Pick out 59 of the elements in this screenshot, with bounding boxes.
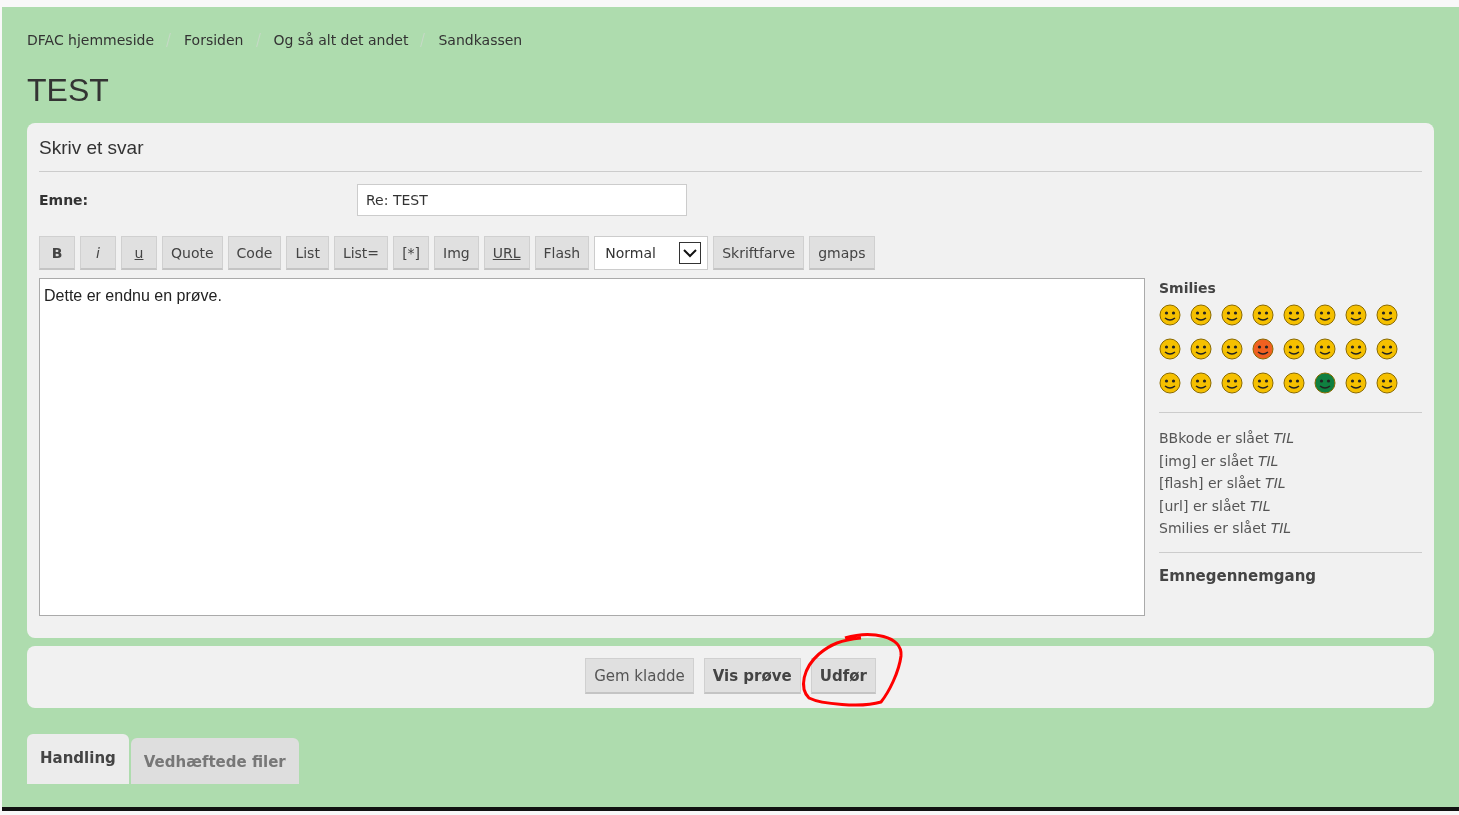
smiley-icon[interactable] <box>1252 338 1274 360</box>
smiley-icon[interactable] <box>1283 338 1305 360</box>
format-button[interactable]: Quote <box>162 236 223 270</box>
format-button[interactable]: Flash <box>534 236 590 270</box>
smiley-icon[interactable] <box>1221 304 1243 326</box>
message-field[interactable]: Dette er endnu en prøve. <box>39 278 1145 616</box>
smiley-icon[interactable] <box>1159 372 1181 394</box>
smiley-icon[interactable] <box>1190 372 1212 394</box>
smiley-icon[interactable] <box>1376 338 1398 360</box>
breadcrumb-link[interactable]: Sandkassen <box>438 32 523 48</box>
smiley-icon[interactable] <box>1314 372 1336 394</box>
subject-label: Emne: <box>39 192 90 208</box>
breadcrumb-link[interactable]: Forsiden <box>184 32 244 48</box>
smiley-icon[interactable] <box>1252 304 1274 326</box>
smiley-icon[interactable] <box>1345 304 1367 326</box>
bbcode-status-text: Smilies er slået TIL <box>1159 519 1293 538</box>
smiley-icon[interactable] <box>1345 338 1367 360</box>
breadcrumb-link[interactable]: DFAC hjemmeside <box>27 32 155 48</box>
action-button[interactable]: Vis prøve <box>703 658 801 694</box>
page-title: TEST <box>27 72 110 109</box>
smilies-heading: Smilies <box>1159 280 1217 296</box>
format-button[interactable]: Img <box>434 236 479 270</box>
chevron-down-icon <box>679 242 702 264</box>
smiley-icon[interactable] <box>1314 304 1336 326</box>
format-button[interactable]: Skriftfarve <box>713 236 805 270</box>
format-button[interactable]: B <box>39 236 75 270</box>
format-button[interactable]: List <box>286 236 329 270</box>
subject-field[interactable]: Re: TEST <box>357 184 687 216</box>
bbcode-status-text: [url] er slået TIL <box>1159 496 1272 516</box>
format-button[interactable]: Code <box>227 236 282 270</box>
format-button[interactable]: URL <box>483 236 530 270</box>
smiley-icon[interactable] <box>1190 304 1212 326</box>
smiley-icon[interactable] <box>1283 372 1305 394</box>
smiley-icon[interactable] <box>1159 304 1181 326</box>
smiley-icon[interactable] <box>1252 372 1274 394</box>
format-button[interactable]: i <box>80 236 116 270</box>
format-button[interactable]: [*] <box>393 236 430 270</box>
smiley-icon[interactable] <box>1221 372 1243 394</box>
bbcode-status-text: BBkode er slået TIL <box>1159 429 1295 448</box>
smiley-icon[interactable] <box>1190 338 1212 360</box>
smiley-icon[interactable] <box>1159 338 1181 360</box>
smiley-icon[interactable] <box>1283 304 1305 326</box>
smiley-icon[interactable] <box>1376 304 1398 326</box>
breadcrumb-link[interactable]: Og så alt det andet <box>273 32 409 48</box>
format-button[interactable]: u <box>121 236 157 270</box>
bbcode-status-text: [img] er slået TIL <box>1159 451 1280 471</box>
smiley-icon[interactable] <box>1221 338 1243 360</box>
action-button[interactable]: Gem kladde <box>585 658 694 694</box>
action-button[interactable]: Udfør <box>810 658 876 694</box>
bbcode-status-text: [flash] er slået TIL <box>1159 474 1287 493</box>
format-button[interactable]: gmaps <box>809 236 875 270</box>
panel-heading: Skriv et svar <box>39 137 1422 172</box>
format-button[interactable]: List= <box>333 236 389 270</box>
smiley-icon[interactable] <box>1376 372 1398 394</box>
size-dropdown[interactable]: Normal <box>594 236 709 270</box>
tab[interactable]: Handling <box>27 734 129 784</box>
smiley-icon[interactable] <box>1345 372 1367 394</box>
smiley-icon[interactable] <box>1314 338 1336 360</box>
topic-review-heading: Emnegennemgang <box>1159 566 1318 585</box>
